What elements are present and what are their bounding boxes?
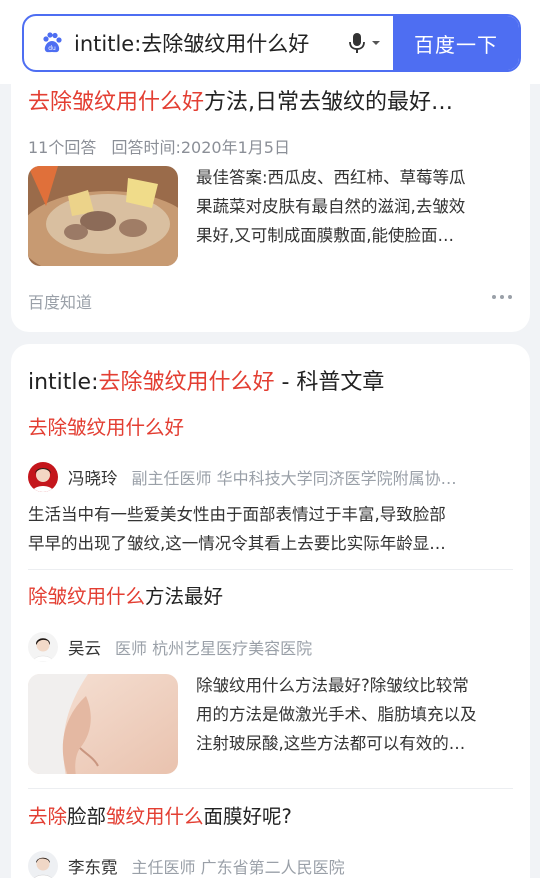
result-snippet: 最佳答案:西瓜皮、西红柿、草莓等瓜 果蔬菜对皮肤有最自然的滋润,去皱效 果好,又… bbox=[196, 168, 466, 245]
author-row: 冯晓玲 副主任医师 华中科技大学同济医学院附属协… bbox=[28, 462, 508, 492]
answer-time: 2020年1月5日 bbox=[180, 138, 290, 157]
article-heading-link[interactable]: 除皱纹用什么方法最好 bbox=[28, 580, 223, 609]
author-title: 主任医师 广东省第二人民医院 bbox=[131, 858, 345, 877]
author-title: 副主任医师 华中科技大学同济医学院附属协… bbox=[131, 469, 457, 488]
answer-time-label: 回答时间: bbox=[111, 138, 181, 157]
result-card-article: intitle:去除皱纹用什么好 - 科普文章 去除皱纹用什么好 冯晓玲 副主任… bbox=[11, 344, 530, 878]
result-title-link[interactable]: 去除皱纹用什么好方法,日常去皱纹的最好… bbox=[28, 84, 453, 116]
search-input[interactable]: intitle:去除皱纹用什么好 bbox=[74, 28, 347, 58]
food-image bbox=[28, 166, 178, 266]
skin-image bbox=[28, 674, 178, 774]
author-name: 李东霓 bbox=[68, 858, 118, 877]
divider bbox=[28, 569, 513, 570]
article-summary: 除皱纹用什么方法最好?除皱纹比较常 用的方法是做激光手术、脂肪填充以及 注射玻尿… bbox=[196, 676, 477, 753]
avatar bbox=[28, 632, 58, 662]
article-summary: 生活当中有一些爱美女性由于面部表情过于丰富,导致脸部 早早的出现了皱纹,这一情况… bbox=[28, 505, 446, 553]
author-name: 吴云 bbox=[68, 639, 101, 658]
avatar bbox=[28, 462, 58, 492]
avatar bbox=[28, 851, 58, 878]
author-name: 冯晓玲 bbox=[68, 469, 118, 488]
article-heading-link[interactable]: 去除皱纹用什么好 bbox=[28, 411, 184, 440]
article-heading-link[interactable]: 去除脸部皱纹用什么面膜好呢? bbox=[28, 800, 292, 829]
search-box[interactable]: du intitle:去除皱纹用什么好 百度一下 bbox=[22, 14, 521, 72]
divider bbox=[28, 788, 513, 789]
author-title: 医师 杭州艺星医疗美容医院 bbox=[115, 639, 313, 658]
result-meta: 11个回答 回答时间:2020年1月5日 bbox=[28, 134, 290, 158]
article-thumbnail[interactable] bbox=[28, 674, 178, 774]
search-button[interactable]: 百度一下 bbox=[393, 16, 519, 70]
result-source[interactable]: 百度知道 bbox=[28, 289, 92, 313]
author-row: 李东霓 主任医师 广东省第二人民医院 bbox=[28, 851, 508, 878]
chevron-down-icon[interactable] bbox=[371, 39, 381, 47]
search-header: du intitle:去除皱纹用什么好 百度一下 bbox=[0, 0, 540, 84]
svg-text:du: du bbox=[48, 45, 56, 52]
microphone-icon[interactable] bbox=[347, 31, 367, 55]
baidu-paw-icon: du bbox=[43, 32, 62, 53]
answer-count: 11个回答 bbox=[28, 138, 97, 157]
author-row: 吴云 医师 杭州艺星医疗美容医院 bbox=[28, 632, 508, 662]
result-card-zhidao: 去除皱纹用什么好方法,日常去皱纹的最好… 11个回答 回答时间:2020年1月5… bbox=[11, 60, 530, 332]
result-thumbnail[interactable] bbox=[28, 166, 178, 266]
result-title-link[interactable]: intitle:去除皱纹用什么好 - 科普文章 bbox=[28, 364, 384, 396]
more-options-icon[interactable] bbox=[492, 295, 512, 301]
